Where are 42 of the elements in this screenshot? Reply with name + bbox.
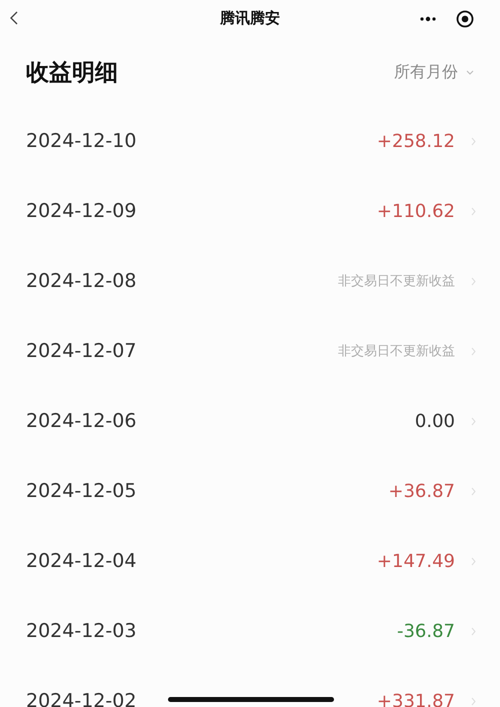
date: 2024-12-02	[26, 690, 136, 707]
earnings-row[interactable]: 2024-12-10 +258.12	[0, 106, 500, 176]
chevron-icon	[471, 276, 476, 286]
earnings-amount: 非交易日不更新收益	[338, 343, 455, 360]
earnings-amount: 非交易日不更新收益	[338, 273, 455, 290]
chevron-icon	[471, 556, 476, 566]
earnings-row[interactable]: 2024-12-06 0.00	[0, 386, 500, 456]
date: 2024-12-09	[26, 200, 136, 222]
earnings-row[interactable]: 2024-12-04 +147.49	[0, 526, 500, 596]
back-icon[interactable]	[10, 11, 18, 25]
chevron-icon	[471, 206, 476, 216]
earnings-amount: +258.12	[376, 130, 455, 152]
chevron-icon	[471, 486, 476, 496]
earnings-row[interactable]: 2024-12-05 +36.87	[0, 456, 500, 526]
earnings-row[interactable]: 2024-12-07 非交易日不更新收益	[0, 316, 500, 386]
earnings-amount: 0.00	[414, 410, 455, 432]
close-target-icon[interactable]	[456, 10, 474, 28]
earnings-row[interactable]: 2024-12-08 非交易日不更新收益	[0, 246, 500, 316]
chevron-icon	[471, 696, 476, 706]
earnings-amount: +36.87	[388, 480, 455, 502]
earnings-amount: -36.87	[396, 620, 455, 642]
chevron-icon	[471, 626, 476, 636]
chevron-icon	[471, 416, 476, 426]
chevron-icon	[471, 136, 476, 146]
earnings-amount: +147.49	[376, 550, 455, 572]
date: 2024-12-06	[26, 410, 136, 432]
nav-title: 腾讯腾安	[219, 9, 281, 28]
earnings-row[interactable]: 2024-12-03 -36.87	[0, 596, 500, 666]
date: 2024-12-04	[26, 550, 136, 572]
caret-icon	[466, 70, 474, 74]
date: 2024-12-03	[26, 620, 136, 642]
date: 2024-12-10	[26, 130, 136, 152]
earnings-row[interactable]: 2024-12-02 +331.87	[0, 666, 500, 707]
date: 2024-12-08	[26, 270, 136, 292]
more-icon[interactable]	[419, 16, 437, 22]
earnings-amount: +331.87	[376, 690, 455, 707]
chevron-icon	[471, 346, 476, 356]
date: 2024-12-05	[26, 480, 136, 502]
earnings-amount: +110.62	[376, 200, 455, 222]
earnings-row[interactable]: 2024-12-09 +110.62	[0, 176, 500, 246]
date: 2024-12-07	[26, 340, 136, 362]
page-title: 收益明细	[26, 58, 118, 88]
